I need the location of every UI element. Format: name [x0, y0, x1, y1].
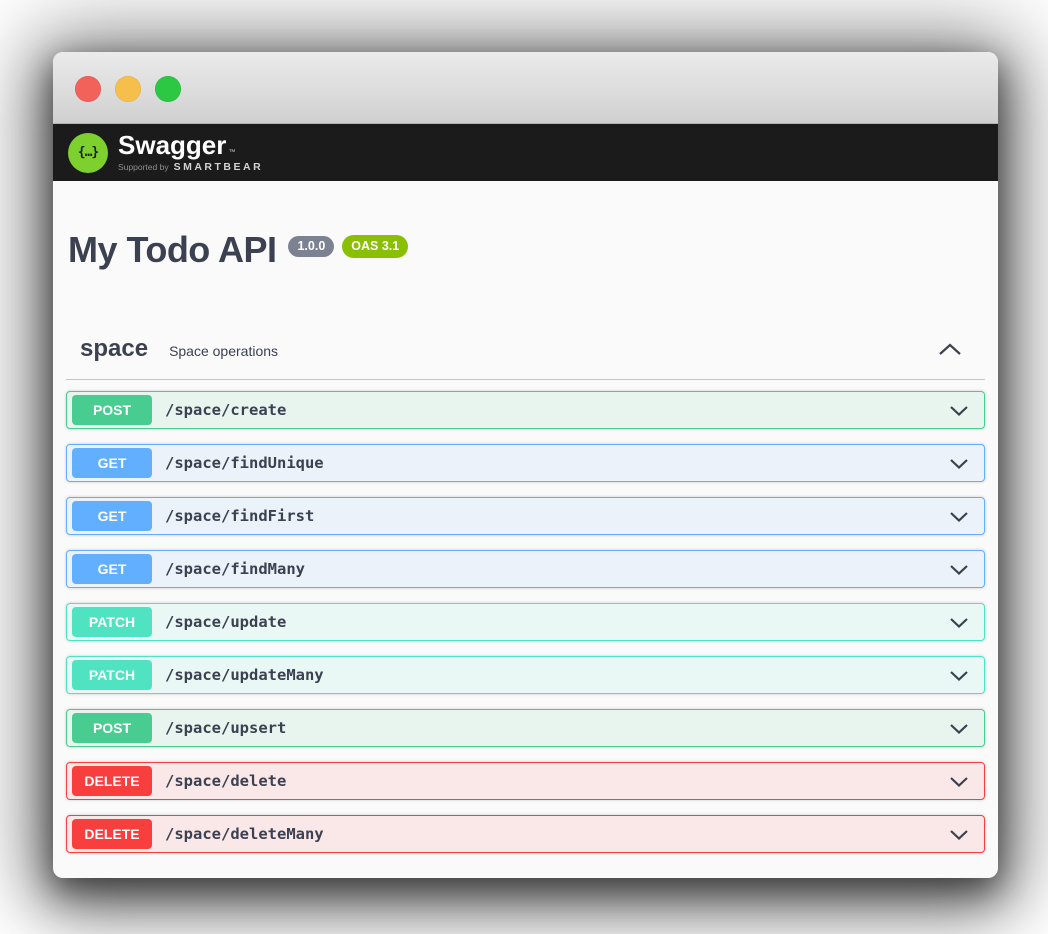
endpoint-path: /space/deleteMany — [165, 825, 324, 843]
method-badge: POST — [72, 395, 152, 425]
app-window: {…} Swagger ™ Supported by SMARTBEAR My … — [53, 52, 998, 878]
method-badge: PATCH — [72, 660, 152, 690]
endpoint-path: /space/update — [165, 613, 286, 631]
opblock-patch-space-update[interactable]: PATCH /space/update — [66, 603, 985, 641]
endpoint-path: /space/upsert — [165, 719, 286, 737]
trademark-symbol: ™ — [228, 148, 235, 158]
api-docs-content: My Todo API 1.0.0 OAS 3.1 space Space op… — [53, 229, 998, 853]
screenshot-stage: {…} Swagger ™ Supported by SMARTBEAR My … — [0, 0, 1048, 934]
opblock-delete-space-deletemany[interactable]: DELETE /space/deleteMany — [66, 815, 985, 853]
method-badge: GET — [72, 501, 152, 531]
endpoint-path: /space/create — [165, 401, 286, 419]
swagger-topbar: {…} Swagger ™ Supported by SMARTBEAR — [53, 124, 998, 181]
chevron-down-icon[interactable] — [949, 405, 969, 416]
swagger-logo-icon[interactable]: {…} — [68, 133, 108, 173]
method-badge: GET — [72, 554, 152, 584]
opblock-patch-space-updatemany[interactable]: PATCH /space/updateMany — [66, 656, 985, 694]
swagger-brand[interactable]: Swagger ™ Supported by SMARTBEAR — [118, 132, 263, 173]
page-title: My Todo API — [68, 229, 276, 271]
minimize-window-button[interactable] — [115, 76, 141, 102]
chevron-down-icon[interactable] — [949, 458, 969, 469]
opblock-post-space-create[interactable]: POST /space/create — [66, 391, 985, 429]
operations-list: POST /space/create GET /space/findUnique… — [66, 391, 985, 853]
chevron-down-icon[interactable] — [949, 617, 969, 628]
endpoint-path: /space/delete — [165, 772, 286, 790]
method-badge: PATCH — [72, 607, 152, 637]
chevron-up-icon[interactable] — [938, 343, 962, 356]
opblock-get-space-findfirst[interactable]: GET /space/findFirst — [66, 497, 985, 535]
opblock-get-space-findmany[interactable]: GET /space/findMany — [66, 550, 985, 588]
supported-by-text: Supported by — [118, 162, 169, 172]
version-badge: 1.0.0 — [288, 236, 334, 257]
endpoint-path: /space/findUnique — [165, 454, 324, 472]
opblock-post-space-upsert[interactable]: POST /space/upsert — [66, 709, 985, 747]
method-badge: GET — [72, 448, 152, 478]
method-badge: DELETE — [72, 766, 152, 796]
chevron-down-icon[interactable] — [949, 564, 969, 575]
smartbear-brand: SMARTBEAR — [174, 161, 264, 173]
close-window-button[interactable] — [75, 76, 101, 102]
endpoint-path: /space/findFirst — [165, 507, 314, 525]
chevron-down-icon[interactable] — [949, 776, 969, 787]
api-info-header: My Todo API 1.0.0 OAS 3.1 — [68, 229, 985, 271]
tag-name: space — [80, 335, 148, 363]
tag-description: Space operations — [169, 343, 278, 359]
macos-titlebar[interactable] — [53, 52, 998, 124]
opblock-get-space-findunique[interactable]: GET /space/findUnique — [66, 444, 985, 482]
chevron-down-icon[interactable] — [949, 723, 969, 734]
chevron-down-icon[interactable] — [949, 670, 969, 681]
method-badge: DELETE — [72, 819, 152, 849]
tag-section-header-space[interactable]: space Space operations — [66, 335, 985, 380]
endpoint-path: /space/findMany — [165, 560, 305, 578]
oas-version-badge: OAS 3.1 — [342, 235, 408, 258]
swagger-brand-name: Swagger — [118, 132, 226, 158]
chevron-down-icon[interactable] — [949, 829, 969, 840]
chevron-down-icon[interactable] — [949, 511, 969, 522]
method-badge: POST — [72, 713, 152, 743]
zoom-window-button[interactable] — [155, 76, 181, 102]
endpoint-path: /space/updateMany — [165, 666, 324, 684]
opblock-delete-space-delete[interactable]: DELETE /space/delete — [66, 762, 985, 800]
